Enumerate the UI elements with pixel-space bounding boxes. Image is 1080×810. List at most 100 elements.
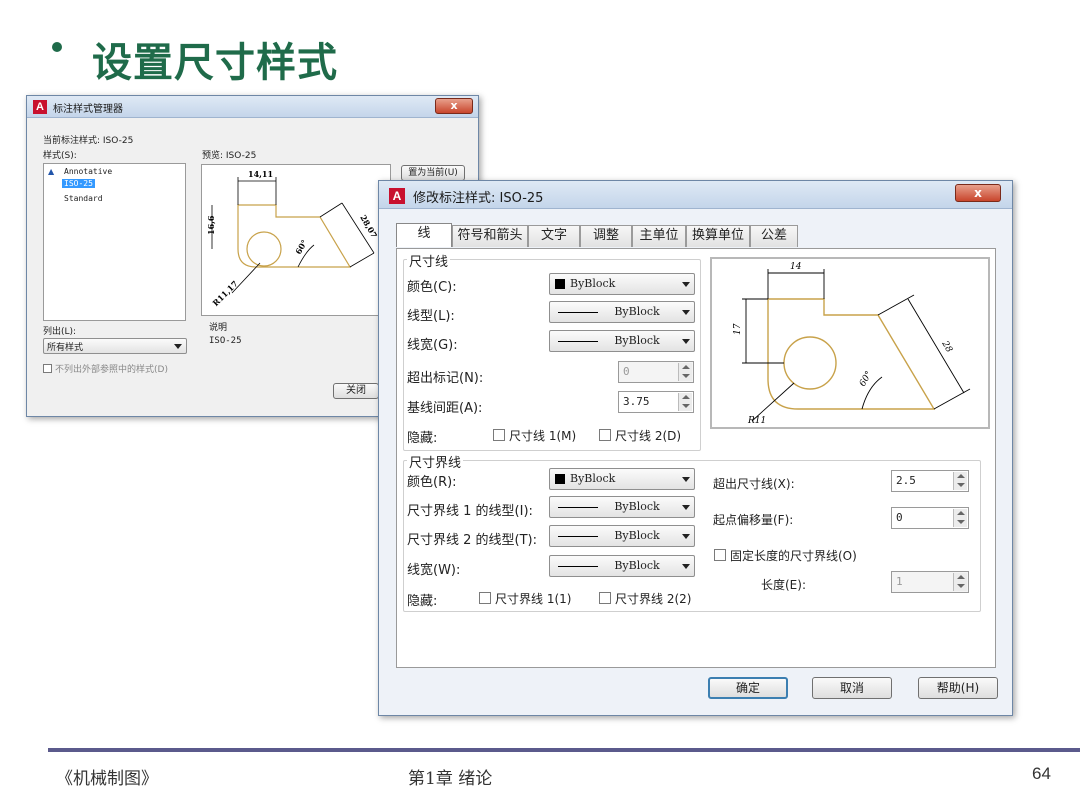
preview-dim-radius: R11,17 (210, 279, 239, 308)
extend-beyond-stepper[interactable]: 2.5 (891, 470, 969, 492)
manager-preview-pane: 14,11 16,6 28,07 60° R11,17 (201, 164, 391, 316)
dim-color-value: ByBlock (570, 277, 616, 290)
preview-dim-17: 17 (733, 323, 743, 335)
spin-down-icon[interactable] (957, 520, 965, 524)
tab-tolerances[interactable]: 公差 (750, 225, 798, 247)
exclude-xref-checkbox[interactable] (43, 364, 52, 373)
preview-part-outline (237, 204, 352, 268)
styles-list[interactable]: ▲ Annotative ISO-25 Standard (43, 163, 186, 321)
manager-titlebar: A 标注样式管理器 x (27, 96, 478, 118)
modify-title: 修改标注样式: ISO-25 (413, 191, 544, 206)
help-button[interactable]: 帮助(H) (918, 677, 998, 699)
fixed-length-label: 固定长度的尺寸界线(O) (730, 549, 857, 563)
cancel-button[interactable]: 取消 (812, 677, 892, 699)
ext-suppress-label: 隐藏: (407, 594, 438, 609)
tab-symbols-arrows[interactable]: 符号和箭头 (452, 225, 528, 247)
spin-up-icon[interactable] (957, 575, 965, 579)
suppress-ext-line-2-checkbox[interactable] (599, 592, 611, 604)
description-label: 说明 (209, 323, 228, 333)
dim-color-label: 颜色(C): (407, 280, 457, 295)
tab-primary-units[interactable]: 主单位 (632, 225, 686, 247)
style-item-standard[interactable]: Standard (64, 194, 103, 203)
suppress-dim-line-1-checkbox[interactable] (493, 429, 505, 441)
baseline-spacing-stepper[interactable]: 3.75 (618, 391, 694, 413)
manager-close-button[interactable]: 关闭 (333, 383, 379, 399)
style-item-annotative[interactable]: Annotative (64, 167, 112, 176)
preview-dim-14: 14,11 (248, 169, 273, 179)
baseline-spacing-label: 基线间距(A): (407, 401, 483, 416)
list-filter-select[interactable]: 所有样式 (43, 338, 187, 354)
ext-linetype2-select[interactable]: ByBlock (549, 525, 695, 547)
tab-fit[interactable]: 调整 (580, 225, 632, 247)
suppress-dim-line-1-label: 尺寸线 1(M) (509, 429, 577, 443)
footer-book-title: 《机械制图》 (56, 769, 158, 789)
ext-lineweight-value: ByBlock (614, 559, 660, 572)
dimension-lines-group-title: 尺寸线 (407, 251, 451, 270)
dim-lineweight-label: 线宽(G): (407, 338, 458, 353)
chevron-down-icon (682, 477, 690, 482)
dim-color-select[interactable]: ByBlock (549, 273, 695, 295)
length-value: 1 (896, 575, 903, 588)
suppress-dim-line-2-label: 尺寸线 2(D) (615, 429, 682, 443)
style-item-iso25[interactable]: ISO-25 (62, 179, 95, 188)
modify-preview-pane: 14 17 28 60° R11 (710, 257, 990, 429)
offset-value: 0 (896, 511, 903, 524)
autocad-icon: A (33, 100, 47, 114)
list-filter-value: 所有样式 (47, 343, 84, 353)
ext-color-select[interactable]: ByBlock (549, 468, 695, 490)
manager-close-icon[interactable]: x (435, 98, 473, 114)
chevron-down-icon (682, 310, 690, 315)
extend-ticks-stepper[interactable]: 0 (618, 361, 694, 383)
extend-beyond-label: 超出尺寸线(X): (713, 477, 795, 491)
tab-alternate-units[interactable]: 换算单位 (686, 225, 750, 247)
extension-lines-group-title: 尺寸界线 (407, 452, 464, 471)
description-value: ISO-25 (209, 336, 242, 346)
manager-preview-drawing: 14,11 16,6 28,07 60° R11,17 (206, 169, 379, 308)
spin-up-icon[interactable] (682, 365, 690, 369)
spin-up-icon[interactable] (957, 474, 965, 478)
spin-down-icon[interactable] (682, 374, 690, 378)
extend-ticks-value: 0 (623, 365, 630, 378)
ext-lineweight-select[interactable]: ByBlock (549, 555, 695, 577)
preview-dim-28: 28,07 (358, 213, 379, 240)
dim-lineweight-select[interactable]: ByBlock (549, 330, 695, 352)
preview-dim-angle: 60° (293, 238, 309, 256)
linetype-sample-icon (558, 312, 598, 313)
spin-down-icon[interactable] (957, 483, 965, 487)
preview-hole-circle (783, 336, 837, 390)
modify-preview-drawing: 14 17 28 60° R11 (733, 262, 971, 426)
chevron-down-icon (682, 505, 690, 510)
linetype-sample-icon (558, 536, 598, 537)
preview-label: 预览: ISO-25 (202, 151, 257, 161)
modify-close-icon[interactable]: x (955, 184, 1001, 202)
ok-button[interactable]: 确定 (708, 677, 788, 699)
ext-linetype1-value: ByBlock (614, 500, 660, 513)
suppress-ext-line-1-checkbox[interactable] (479, 592, 491, 604)
current-style-label: 当前标注样式: ISO-25 (43, 136, 134, 146)
ext-color-value: ByBlock (570, 472, 616, 485)
length-label: 长度(E): (761, 578, 806, 592)
offset-stepper[interactable]: 0 (891, 507, 969, 529)
lineweight-sample-icon (558, 566, 598, 567)
tab-text[interactable]: 文字 (528, 225, 580, 247)
modify-dimension-style-window: A 修改标注样式: ISO-25 x 线 符号和箭头 文字 调整 主单位 换算单… (378, 180, 1013, 716)
ext-linetype2-label: 尺寸界线 2 的线型(T): (407, 533, 538, 548)
footer-chapter: 第1章 绪论 (408, 769, 493, 789)
fixed-length-checkbox[interactable] (714, 549, 726, 561)
dim-linetype-label: 线型(L): (407, 309, 455, 324)
spin-up-icon[interactable] (682, 395, 690, 399)
dim-linetype-value: ByBlock (614, 305, 660, 318)
spin-down-icon[interactable] (682, 404, 690, 408)
set-current-button[interactable]: 置为当前(U) (401, 165, 465, 181)
spin-up-icon[interactable] (957, 511, 965, 515)
suppress-dim-line-2-checkbox[interactable] (599, 429, 611, 441)
offset-label: 起点偏移量(F): (713, 513, 794, 527)
ext-lineweight-label: 线宽(W): (407, 563, 461, 578)
ext-linetype1-select[interactable]: ByBlock (549, 496, 695, 518)
dim-linetype-select[interactable]: ByBlock (549, 301, 695, 323)
length-stepper[interactable]: 1 (891, 571, 969, 593)
preview-dim-16: 16,6 (206, 215, 216, 235)
tab-lines[interactable]: 线 (396, 223, 452, 247)
spin-down-icon[interactable] (957, 584, 965, 588)
preview-dim-14: 14 (790, 262, 802, 272)
